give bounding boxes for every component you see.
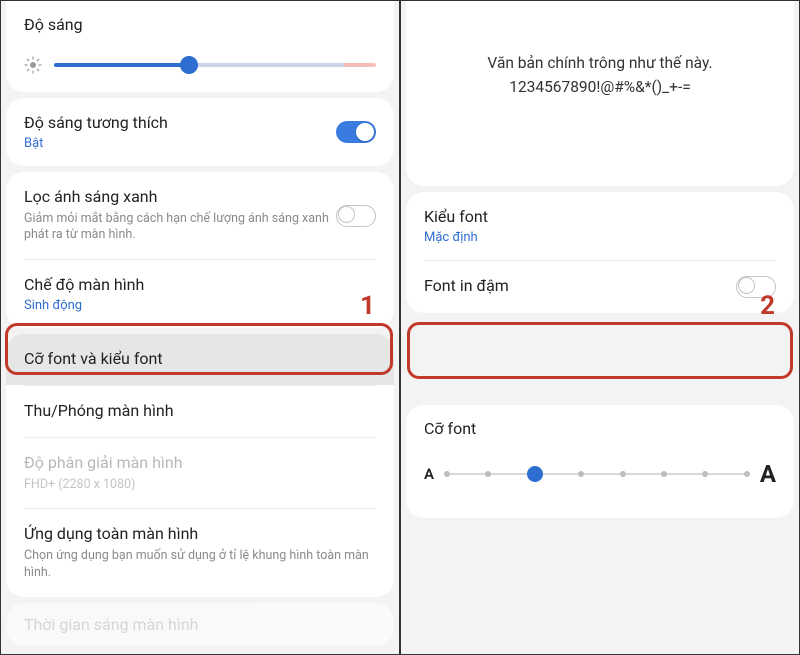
bold-font-title: Font in đậm xyxy=(424,276,736,297)
bluelight-title: Lọc ánh sáng xanh xyxy=(24,187,336,208)
settings-screen-font: Văn bản chính trông như thế này. 1234567… xyxy=(401,1,799,654)
bluelight-row[interactable]: Lọc ánh sáng xanh Giảm mỏi mắt bằng cách… xyxy=(6,172,394,260)
preview-text-line1: Văn bản chính trông như thế này. xyxy=(426,51,774,76)
font-size-style-row[interactable]: Cỡ font và kiểu font xyxy=(6,334,394,385)
adaptive-brightness-row[interactable]: Độ sáng tương thích Bật xyxy=(6,98,394,166)
brightness-label: Độ sáng xyxy=(24,15,376,34)
adaptive-brightness-toggle[interactable] xyxy=(336,121,376,143)
font-size-step[interactable] xyxy=(578,471,584,477)
font-style-value: Mặc định xyxy=(424,230,776,245)
fullscreen-apps-title: Ứng dụng toàn màn hình xyxy=(24,524,376,545)
bold-font-row[interactable]: Font in đậm xyxy=(406,261,794,313)
brightness-track[interactable] xyxy=(54,63,376,67)
screenmode-title: Chế độ màn hình xyxy=(24,275,376,296)
step-number-2: 2 xyxy=(760,291,775,321)
small-a-icon: A xyxy=(424,465,434,483)
step-number-1: 1 xyxy=(360,291,375,321)
font-size-slider[interactable]: A A xyxy=(424,460,776,488)
font-size-step[interactable] xyxy=(661,471,667,477)
adaptive-brightness-status: Bật xyxy=(24,136,336,151)
fullscreen-apps-desc: Chọn ứng dụng bạn muốn sử dụng ở tỉ lệ k… xyxy=(24,548,376,582)
screen-zoom-row[interactable]: Thu/Phóng màn hình xyxy=(6,386,394,437)
resolution-row: Độ phân giải màn hình FHD+ (2280 x 1080) xyxy=(6,438,394,509)
font-size-step[interactable] xyxy=(444,471,450,477)
large-a-icon: A xyxy=(760,460,776,488)
preview-text-line2: 1234567890!@#%&*()_+-= xyxy=(426,78,774,96)
screen-zoom-title: Thu/Phóng màn hình xyxy=(24,401,376,422)
font-size-step[interactable] xyxy=(485,471,491,477)
screenmode-value: Sinh động xyxy=(24,298,376,313)
bluelight-desc: Giảm mỏi mắt bằng cách hạn chế lượng ánh… xyxy=(24,211,336,245)
fullscreen-apps-row[interactable]: Ứng dụng toàn màn hình Chọn ứng dụng bạn… xyxy=(6,509,394,597)
font-size-thumb[interactable] xyxy=(527,466,543,482)
font-size-track[interactable] xyxy=(444,464,750,484)
resolution-value: FHD+ (2280 x 1080) xyxy=(24,477,376,494)
settings-screen-display: Độ sáng xyxy=(1,1,401,654)
cutoff-row: Thời gian sáng màn hình xyxy=(6,603,394,646)
font-size-step[interactable] xyxy=(620,471,626,477)
font-preview-panel: Văn bản chính trông như thế này. 1234567… xyxy=(406,1,794,186)
font-size-step[interactable] xyxy=(744,471,750,477)
font-size-step[interactable] xyxy=(702,471,708,477)
font-size-label: Cỡ font xyxy=(424,419,776,438)
screenmode-row[interactable]: Chế độ màn hình Sinh động xyxy=(6,260,394,328)
resolution-title: Độ phân giải màn hình xyxy=(24,453,376,474)
font-style-title: Kiểu font xyxy=(424,207,776,228)
brightness-row: Độ sáng xyxy=(6,1,394,92)
bluelight-toggle[interactable] xyxy=(336,205,376,227)
sun-icon xyxy=(24,56,42,74)
adaptive-brightness-title: Độ sáng tương thích xyxy=(24,113,336,134)
font-size-style-title: Cỡ font và kiểu font xyxy=(24,349,376,370)
font-size-block: Cỡ font A A xyxy=(406,405,794,518)
font-style-row[interactable]: Kiểu font Mặc định xyxy=(406,192,794,260)
brightness-slider[interactable] xyxy=(24,56,376,74)
brightness-thumb[interactable] xyxy=(180,56,198,74)
